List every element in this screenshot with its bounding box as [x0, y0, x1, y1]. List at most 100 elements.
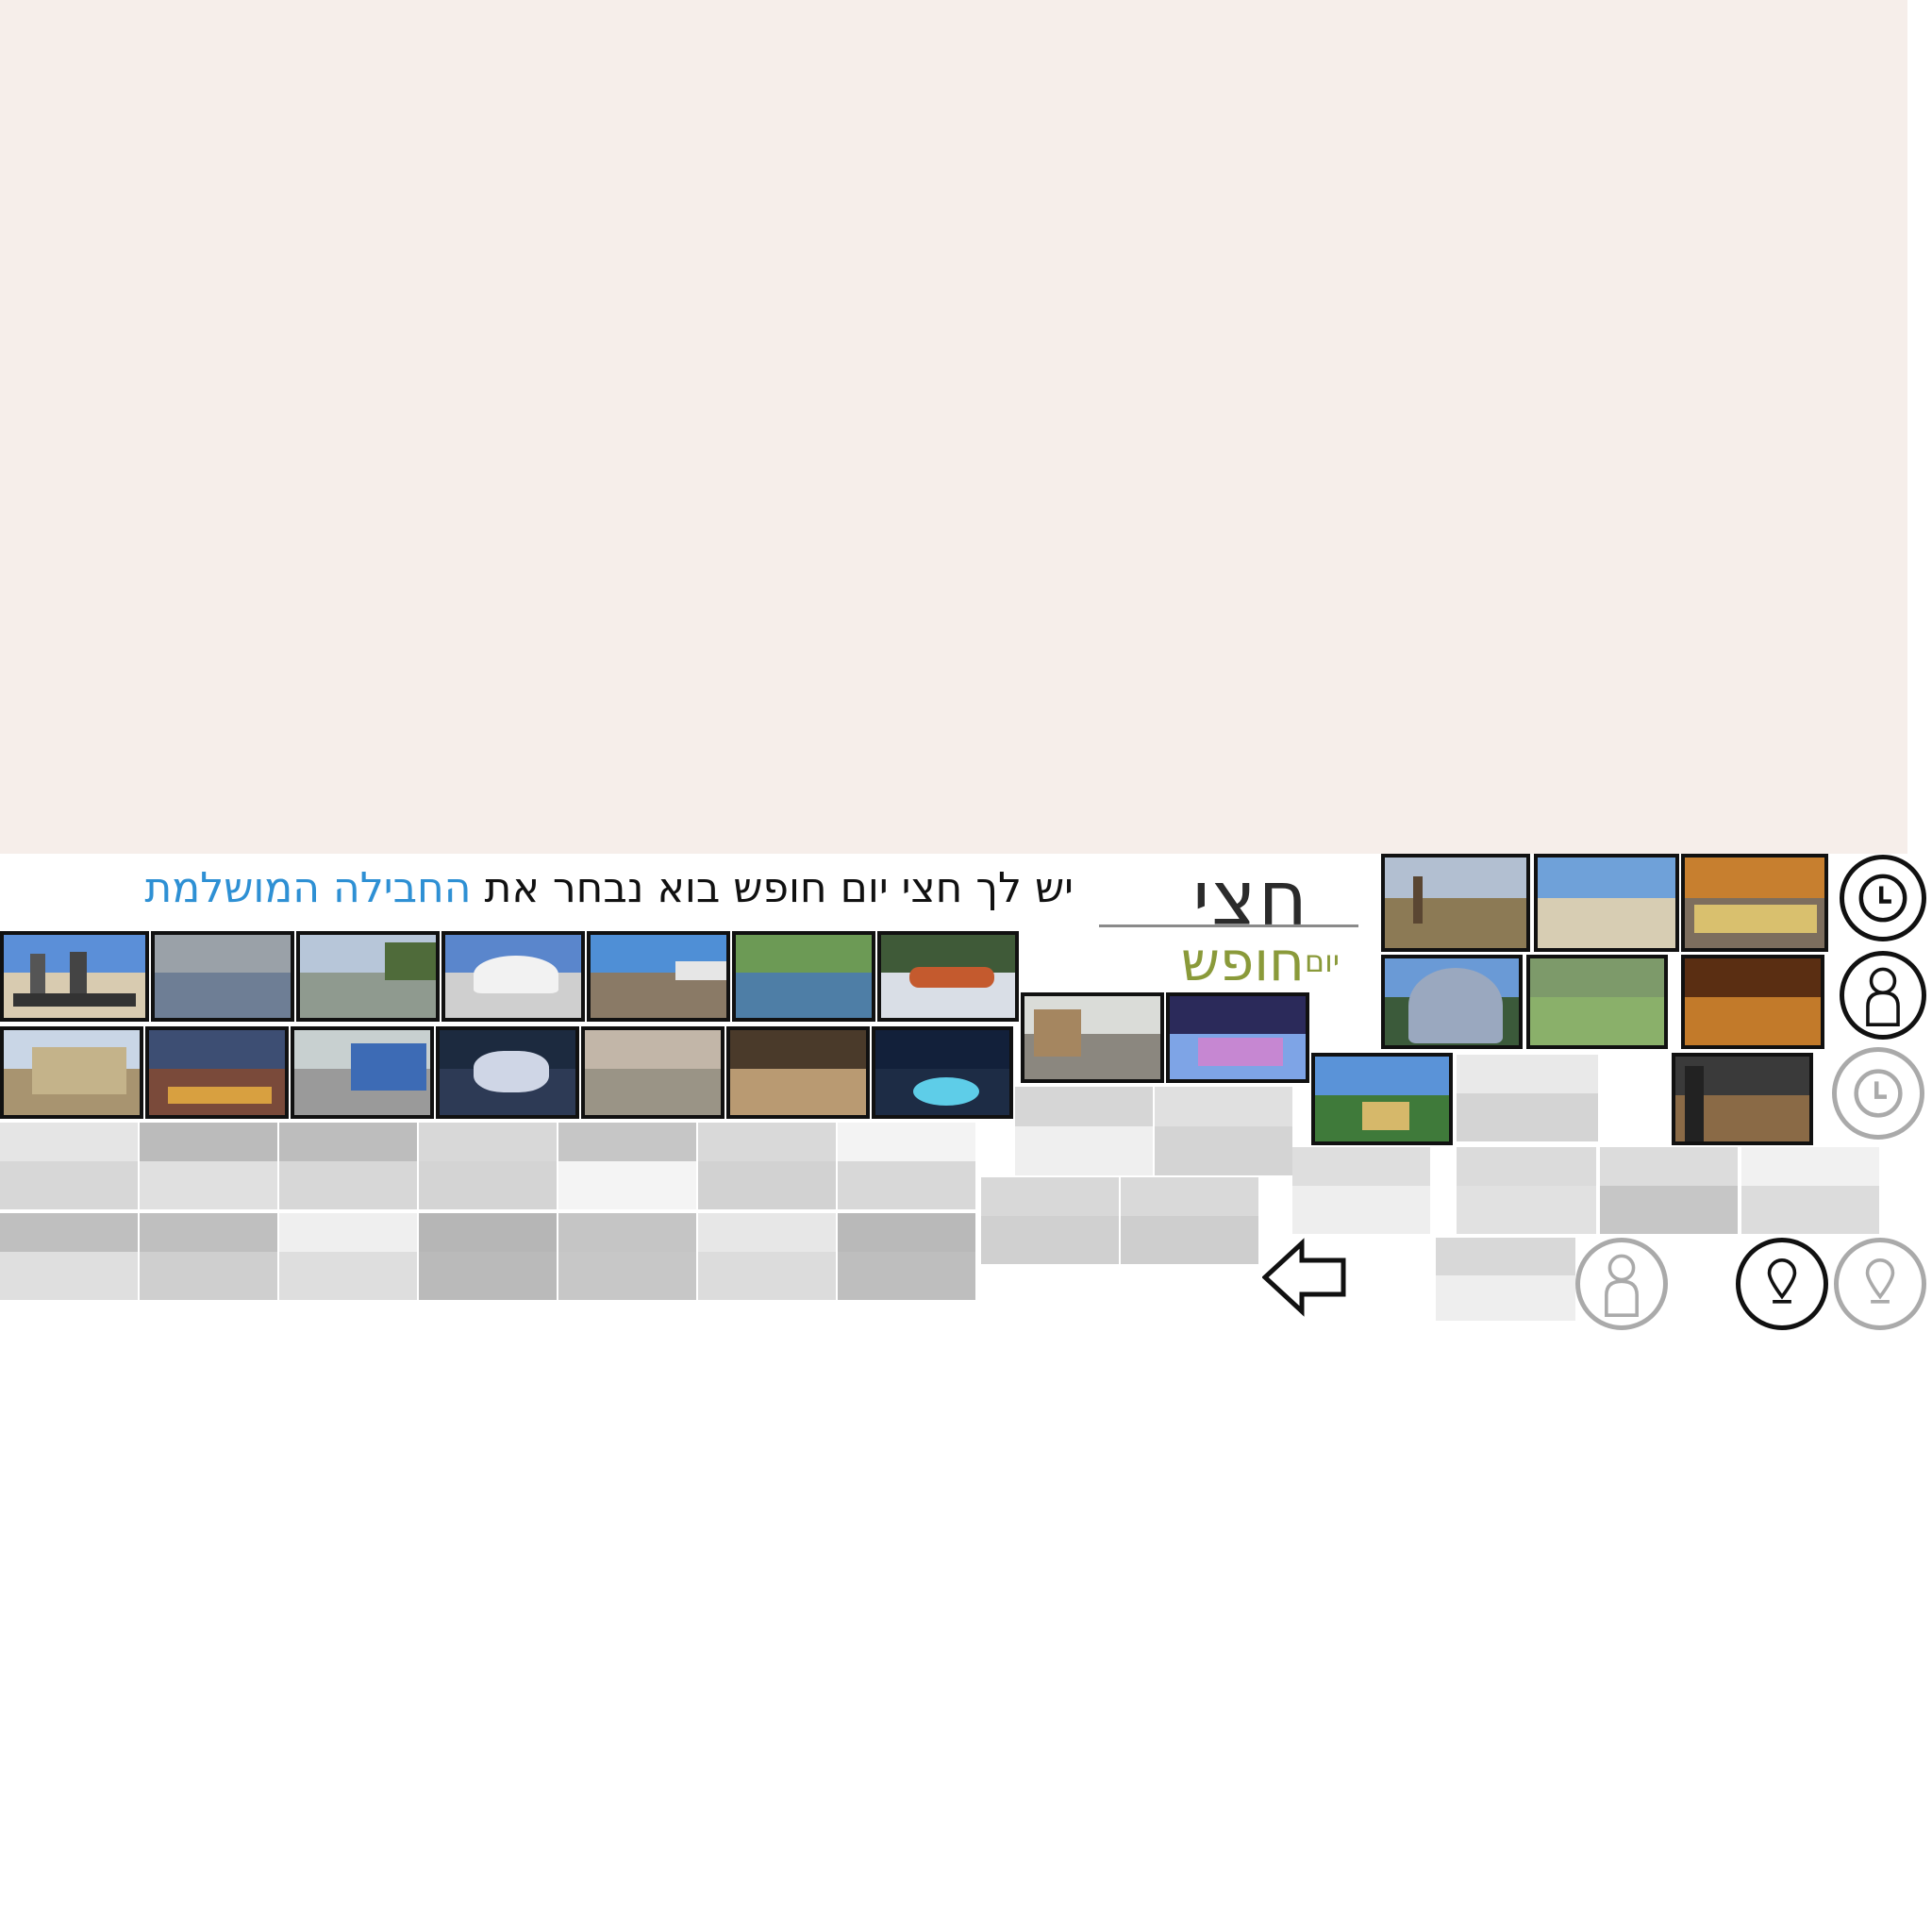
- photo-ground: [1457, 1186, 1596, 1234]
- faded-photo-tile[interactable]: [1292, 1147, 1430, 1234]
- photo-tile[interactable]: [1681, 955, 1824, 1049]
- photo-ground: [1457, 1093, 1598, 1141]
- photo-ground: [0, 1161, 138, 1209]
- faded-photo-tile[interactable]: [558, 1213, 696, 1300]
- photo-tile[interactable]: [1534, 854, 1679, 952]
- photo-tile[interactable]: [1681, 854, 1828, 952]
- photo-ground: [279, 1161, 417, 1209]
- photo-ground: [585, 1068, 721, 1115]
- photo-ground: [140, 1161, 277, 1209]
- photo-sky: [838, 1123, 975, 1162]
- faded-photo-tile[interactable]: [1741, 1147, 1879, 1234]
- faded-photo-tile[interactable]: [698, 1213, 836, 1300]
- photo-sky: [1385, 858, 1526, 899]
- photo-tile[interactable]: [441, 931, 585, 1022]
- photo-tile[interactable]: [0, 1026, 143, 1119]
- photo-tile[interactable]: [1311, 1053, 1453, 1145]
- photo-sky: [1121, 1177, 1258, 1217]
- faded-photo-tile[interactable]: [1436, 1238, 1575, 1321]
- photo-sky: [730, 1030, 866, 1069]
- clock-icon: [1858, 874, 1907, 923]
- back-arrow-button[interactable]: [1261, 1238, 1347, 1317]
- photo-sky: [149, 1030, 285, 1069]
- photo-ground: [1155, 1126, 1292, 1175]
- faded-photo-tile[interactable]: [558, 1123, 696, 1209]
- logo-sub: יוםחופש: [1181, 928, 1340, 994]
- photo-tile[interactable]: [872, 1026, 1013, 1119]
- photo-sky: [1457, 1055, 1598, 1094]
- photo-ground: [1530, 997, 1664, 1045]
- faded-photo-tile[interactable]: [0, 1123, 138, 1209]
- person-icon: [1605, 1254, 1639, 1318]
- photo-tile[interactable]: [1021, 992, 1164, 1083]
- location-button-inactive[interactable]: [1834, 1238, 1926, 1330]
- logo-sub-main: חופש: [1180, 929, 1305, 993]
- photo-ground: [155, 972, 291, 1018]
- faded-photo-tile[interactable]: [981, 1177, 1119, 1264]
- photo-ground: [558, 1252, 696, 1300]
- faded-photo-tile[interactable]: [838, 1123, 975, 1209]
- photo-sky: [1015, 1087, 1153, 1127]
- faded-photo-tile[interactable]: [838, 1213, 975, 1300]
- photo-tile[interactable]: [0, 931, 149, 1022]
- photo-detail: [1362, 1102, 1409, 1130]
- photo-ground: [981, 1216, 1119, 1264]
- faded-photo-tile[interactable]: [698, 1123, 836, 1209]
- photo-sky: [140, 1123, 277, 1162]
- photo-sky: [838, 1213, 975, 1253]
- photo-tile[interactable]: [1526, 955, 1668, 1049]
- photo-tile[interactable]: [726, 1026, 870, 1119]
- photo-tile[interactable]: [436, 1026, 579, 1119]
- faded-photo-tile[interactable]: [1457, 1055, 1598, 1141]
- faded-photo-tile[interactable]: [1457, 1147, 1596, 1234]
- photo-sky: [698, 1213, 836, 1253]
- photo-tile[interactable]: [1166, 992, 1309, 1083]
- faded-photo-tile[interactable]: [140, 1123, 277, 1209]
- faded-photo-tile[interactable]: [1155, 1087, 1292, 1175]
- person-icon: [1866, 967, 1900, 1026]
- person-button-inactive[interactable]: [1575, 1238, 1668, 1330]
- photo-tile[interactable]: [151, 931, 294, 1022]
- headline-highlight: החבילה המושלמת: [144, 864, 472, 912]
- person-button[interactable]: [1840, 951, 1926, 1040]
- faded-photo-tile[interactable]: [1600, 1147, 1738, 1234]
- photo-sky: [140, 1213, 277, 1253]
- faded-photo-tile[interactable]: [1121, 1177, 1258, 1264]
- photo-tile[interactable]: [296, 931, 440, 1022]
- faded-photo-tile[interactable]: [419, 1123, 557, 1209]
- faded-photo-tile[interactable]: [0, 1213, 138, 1300]
- photo-tile[interactable]: [145, 1026, 289, 1119]
- photo-tile[interactable]: [581, 1026, 724, 1119]
- photo-tile[interactable]: [1381, 854, 1530, 952]
- faded-photo-tile[interactable]: [1015, 1087, 1153, 1175]
- photo-tile[interactable]: [877, 931, 1019, 1022]
- photo-detail: [1685, 1066, 1704, 1141]
- photo-sky: [0, 1213, 138, 1253]
- photo-ground: [279, 1252, 417, 1300]
- photo-tile[interactable]: [1672, 1053, 1813, 1145]
- photo-ground: [419, 1252, 557, 1300]
- photo-tile[interactable]: [1381, 955, 1523, 1049]
- photo-tile[interactable]: [587, 931, 730, 1022]
- photo-sky: [585, 1030, 721, 1069]
- headline: יש לך חצי יום חופש בוא נבחר את החבילה המ…: [17, 860, 1074, 917]
- photo-detail: [1408, 968, 1503, 1043]
- clock-button[interactable]: [1840, 855, 1926, 941]
- photo-sky: [1600, 1147, 1738, 1187]
- photo-tile[interactable]: [732, 931, 875, 1022]
- faded-photo-tile[interactable]: [279, 1213, 417, 1300]
- headline-text: יש לך חצי יום חופש בוא נבחר את: [484, 864, 1074, 912]
- photo-sky: [1457, 1147, 1596, 1187]
- clock-button-inactive[interactable]: [1832, 1047, 1924, 1140]
- photo-sky: [1155, 1087, 1292, 1127]
- photo-tile[interactable]: [291, 1026, 434, 1119]
- photo-detail: [1034, 1009, 1081, 1057]
- faded-photo-tile[interactable]: [140, 1213, 277, 1300]
- photo-detail: [909, 967, 994, 988]
- location-button[interactable]: [1736, 1238, 1828, 1330]
- photo-ground: [558, 1161, 696, 1209]
- faded-photo-tile[interactable]: [419, 1213, 557, 1300]
- photo-detail: [351, 1043, 426, 1091]
- faded-photo-tile[interactable]: [279, 1123, 417, 1209]
- photo-sky: [981, 1177, 1119, 1217]
